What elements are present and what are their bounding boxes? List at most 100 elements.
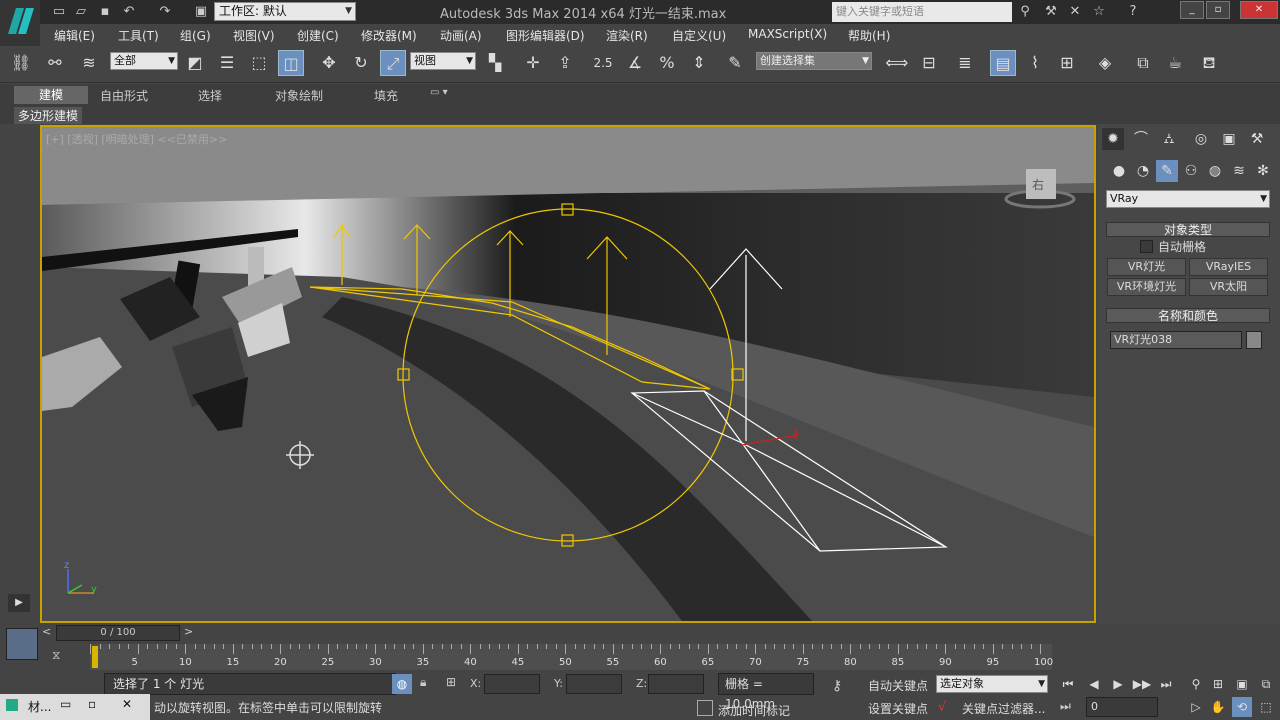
- set-key-button[interactable]: 设置关键点: [868, 700, 928, 717]
- help-icon[interactable]: ?: [1124, 3, 1142, 21]
- angle-snap-icon[interactable]: ∡: [622, 50, 648, 76]
- hierarchy-tab-icon[interactable]: ⛼: [1158, 128, 1180, 150]
- time-cursor[interactable]: [92, 646, 98, 668]
- window-crossing-icon[interactable]: ◫: [278, 50, 304, 76]
- binoculars-icon[interactable]: ⚲: [1016, 3, 1034, 21]
- select-manipulate-icon[interactable]: ✛: [520, 50, 546, 76]
- spinner-snap-icon[interactable]: ⇕: [686, 50, 712, 76]
- vr-sun-button[interactable]: VR太阳: [1189, 278, 1268, 296]
- menu-help[interactable]: 帮助(H): [848, 27, 890, 44]
- reference-coord-dropdown[interactable]: 视图 ▼: [410, 52, 476, 70]
- open-file-icon[interactable]: ▱: [72, 3, 90, 21]
- maximize-icon[interactable]: ▫: [88, 697, 96, 711]
- menu-edit[interactable]: 编辑(E): [54, 27, 95, 44]
- restore-icon[interactable]: ▭: [60, 697, 71, 711]
- slider-prev-icon[interactable]: <: [42, 625, 51, 638]
- menu-tools[interactable]: 工具(T): [118, 27, 159, 44]
- menu-create[interactable]: 创建(C): [297, 27, 339, 44]
- utilities-tab-icon[interactable]: ⚒: [1246, 128, 1268, 150]
- maximize-button[interactable]: ▫: [1206, 1, 1230, 19]
- scene-explorer-icon[interactable]: ▤: [990, 50, 1016, 76]
- menu-graph-editors[interactable]: 图形编辑器(D): [506, 27, 585, 44]
- favorites-icon[interactable]: ☆: [1090, 3, 1108, 21]
- slider-next-icon[interactable]: >: [184, 625, 193, 638]
- play-expand-icon[interactable]: ▶: [8, 594, 30, 612]
- select-move-icon[interactable]: ✥: [316, 50, 342, 76]
- vr-light-button[interactable]: VR灯光: [1107, 258, 1186, 276]
- modify-tab-icon[interactable]: ⌒: [1130, 128, 1152, 150]
- previous-frame-icon[interactable]: ◀︎: [1084, 674, 1104, 694]
- cameras-icon[interactable]: ⚇: [1180, 160, 1202, 182]
- percent-snap-icon[interactable]: %: [654, 50, 680, 76]
- object-name-field[interactable]: VR灯光038: [1110, 331, 1242, 349]
- save-icon[interactable]: ▪: [96, 3, 114, 21]
- isolate-selection-icon[interactable]: ◍: [392, 674, 412, 694]
- motion-tab-icon[interactable]: ◎: [1190, 128, 1212, 150]
- key-filters-button[interactable]: 关键点过滤器...: [962, 700, 1045, 717]
- menu-animation[interactable]: 动画(A): [440, 27, 482, 44]
- redo-icon[interactable]: ↷: [156, 3, 174, 21]
- menu-modifiers[interactable]: 修改器(M): [361, 27, 417, 44]
- link-icon[interactable]: ⛓: [8, 50, 34, 76]
- maximize-viewport-icon[interactable]: ⬚: [1256, 697, 1276, 717]
- menu-views[interactable]: 视图(V): [233, 27, 275, 44]
- curve-editor-icon[interactable]: ⌇: [1022, 50, 1048, 76]
- spacewarps-icon[interactable]: ≋: [1228, 160, 1250, 182]
- name-color-rollout[interactable]: 名称和颜色: [1106, 308, 1270, 323]
- zoom-icon[interactable]: ⚲: [1186, 674, 1206, 694]
- set-key-icon[interactable]: ⚷: [832, 678, 842, 694]
- mini-curve-editor-icon[interactable]: ⧖: [52, 648, 60, 663]
- workspace-dropdown[interactable]: 工作区: 默认 ▼: [214, 2, 356, 21]
- shapes-icon[interactable]: ◔: [1132, 160, 1154, 182]
- menu-customize[interactable]: 自定义(U): [672, 27, 726, 44]
- close-icon[interactable]: ✕: [122, 697, 132, 711]
- rectangular-selection-icon[interactable]: ⬚: [246, 50, 272, 76]
- viewport-thumbnail-icon[interactable]: [6, 628, 38, 660]
- field-of-view-icon[interactable]: ▷: [1186, 697, 1206, 717]
- named-selection-set-dropdown[interactable]: 创建选择集 ▼: [756, 52, 872, 70]
- next-frame-icon[interactable]: ▶▶: [1132, 674, 1152, 694]
- zoom-extents-all-icon[interactable]: ⧉: [1256, 674, 1276, 694]
- project-folder-icon[interactable]: ▣: [192, 3, 210, 21]
- timeline-track[interactable]: 5 10 15 20 25 30 35 40 45 50 55 60 65 70 75 80 85 90 95 100: [90, 644, 1053, 670]
- current-frame-field[interactable]: 0: [1086, 697, 1158, 717]
- lock-selection-icon[interactable]: 🔒︎: [420, 675, 426, 690]
- play-icon[interactable]: ▶: [1108, 674, 1128, 694]
- time-slider[interactable]: 0 / 100: [56, 625, 180, 641]
- bind-spacewarp-icon[interactable]: ≋: [76, 50, 102, 76]
- subscription-icon[interactable]: ⚒: [1042, 3, 1060, 21]
- edit-named-selection-icon[interactable]: ✎: [722, 50, 748, 76]
- polygon-modeling-label[interactable]: 多边形建模: [14, 107, 83, 124]
- key-mode-dropdown[interactable]: 选定对象 ▼: [936, 675, 1048, 693]
- go-to-end-icon[interactable]: ⏭: [1156, 674, 1176, 694]
- select-scale-icon[interactable]: ⤢: [380, 50, 406, 76]
- pivot-center-icon[interactable]: ▚: [482, 50, 508, 76]
- create-tab-icon[interactable]: ✹: [1102, 128, 1124, 150]
- taskbar-item[interactable]: 材... ▭ ▫ ✕: [0, 694, 150, 720]
- viewport-label[interactable]: [+] [透视] [明暗处理] <<已禁用>>: [46, 131, 227, 147]
- menu-group[interactable]: 组(G): [180, 27, 211, 44]
- communication-icon[interactable]: ✕: [1066, 3, 1084, 21]
- x-coordinate-field[interactable]: [484, 674, 540, 694]
- go-to-start-icon[interactable]: ⏮: [1058, 674, 1078, 694]
- geometry-icon[interactable]: ●: [1108, 160, 1130, 182]
- select-object-icon[interactable]: ◩: [182, 50, 208, 76]
- absolute-mode-icon[interactable]: ⊞: [446, 675, 456, 689]
- ribbon-tab-freeform[interactable]: 自由形式: [100, 87, 148, 104]
- zoom-all-icon[interactable]: ⊞: [1208, 674, 1228, 694]
- z-coordinate-field[interactable]: [648, 674, 704, 694]
- auto-grid-checkbox[interactable]: [1140, 240, 1153, 253]
- select-rotate-icon[interactable]: ↻: [348, 50, 374, 76]
- category-dropdown[interactable]: VRay ▼: [1106, 190, 1270, 208]
- undo-icon[interactable]: ↶: [120, 3, 138, 21]
- app-logo-button[interactable]: [0, 0, 40, 46]
- ribbon-tab-modeling[interactable]: 建模: [14, 86, 88, 104]
- zoom-extents-icon[interactable]: ▣: [1232, 674, 1252, 694]
- ribbon-options-icon[interactable]: ▭ ▾: [430, 87, 448, 98]
- ribbon-tab-populate[interactable]: 填充: [374, 87, 398, 104]
- render-setup-icon[interactable]: ⧉: [1130, 50, 1156, 76]
- material-editor-icon[interactable]: ◈: [1092, 50, 1118, 76]
- auto-key-button[interactable]: 自动关键点: [868, 677, 928, 694]
- systems-icon[interactable]: ✻: [1252, 160, 1274, 182]
- perspective-viewport[interactable]: [+] [透视] [明暗处理] <<已禁用>> 右 z y x: [40, 125, 1096, 623]
